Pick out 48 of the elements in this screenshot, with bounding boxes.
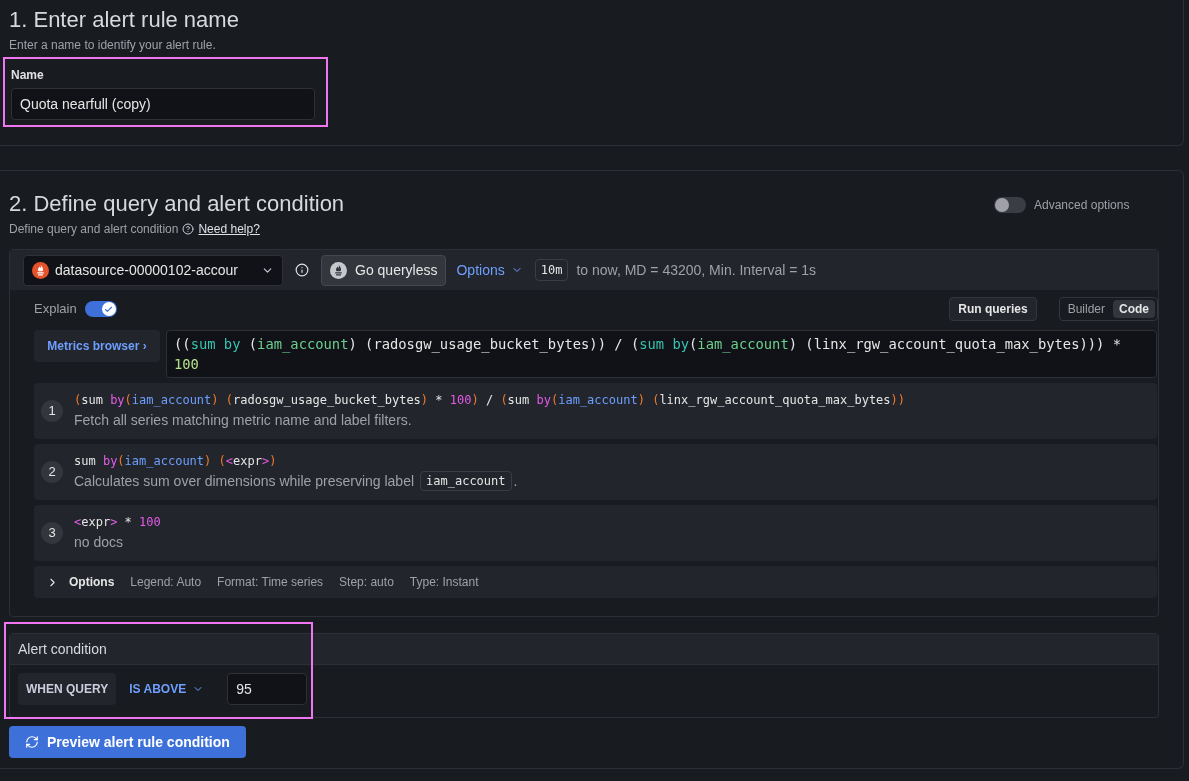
when-query-label: WHEN QUERY <box>18 673 117 705</box>
refresh-icon <box>25 735 39 749</box>
step-number: 2 <box>41 461 63 483</box>
label-chip: iam_account <box>420 471 512 491</box>
alert-condition-title: Alert condition <box>18 639 107 659</box>
step-code: sum by(iam_account) (<expr>) <box>74 453 278 470</box>
check-icon <box>104 304 114 314</box>
section-subtitle: Enter a name to identify your alert rule. <box>9 37 217 54</box>
field-label: Name <box>11 67 45 84</box>
flame-logo-icon <box>32 261 49 279</box>
step-description: Calculates sum over dimensions while preserving label <box>74 472 415 491</box>
explain-toggle[interactable] <box>84 301 117 317</box>
step-number: 3 <box>41 522 63 544</box>
step-description: Fetch all series matching metric name and label filters. <box>74 411 412 430</box>
step-code: <expr> * 100 <box>74 514 161 531</box>
option-summary: Type: Instant <box>409 574 479 591</box>
options-dropdown[interactable]: Options <box>456 259 523 281</box>
section-title: 1. Enter alert rule name <box>9 6 240 34</box>
metrics-browser-button[interactable]: Metrics browser › <box>34 330 160 362</box>
query-field[interactable]: ((sum by (iam_account) (radosgw_usage_bucket_bytes)) / (sum by(iam_account) (linx_rgw_account_quota_max_bytes))) * 100 <box>166 330 1157 378</box>
mode-tab[interactable]: Code <box>1113 300 1155 318</box>
info-icon[interactable] <box>295 263 309 277</box>
toggle-label: Advanced options <box>1034 197 1130 214</box>
preview-button[interactable]: Preview alert rule condition <box>9 726 246 758</box>
step-number: 1 <box>41 400 63 422</box>
section-subtitle: Define query and alert condition <box>9 221 179 238</box>
help-icon <box>182 223 195 235</box>
interval-badge: 10m <box>534 259 569 281</box>
help-link[interactable]: Need help? <box>198 220 260 238</box>
section-title: 2. Define query and alert condition <box>9 190 346 218</box>
name-input[interactable]: Quota nearfull (copy) <box>11 88 315 120</box>
step-description-end: . <box>513 472 518 491</box>
query-info: to now, MD = 43200, Min. Interval = 1s <box>576 260 817 280</box>
step-description: no docs <box>74 533 124 552</box>
mode-tab[interactable]: Builder <box>1061 300 1111 318</box>
option-summary: Format: Time series <box>217 574 324 591</box>
datasource-select[interactable]: datasource-00000102-accour <box>23 254 283 286</box>
threshold-input[interactable]: 95 <box>227 673 308 705</box>
step-code: (sum by(iam_account) (radosgw_usage_bucket_bytes) * 100) / (sum by(iam_account) (linx_rgw_account_quota_max_bytes)) <box>74 392 905 409</box>
options-toggle[interactable]: Options <box>46 573 115 591</box>
explain-label: Explain <box>34 300 77 319</box>
flame-logo-icon <box>330 261 347 279</box>
go-queryless-button[interactable]: Go queryless <box>321 254 447 286</box>
option-summary: Legend: Auto <box>130 574 202 591</box>
run-queries-button[interactable]: Run queries <box>949 297 1037 321</box>
operator-dropdown[interactable]: IS ABOVE <box>129 680 205 698</box>
option-summary: Step: auto <box>339 574 394 591</box>
advanced-options-toggle[interactable] <box>994 197 1026 213</box>
